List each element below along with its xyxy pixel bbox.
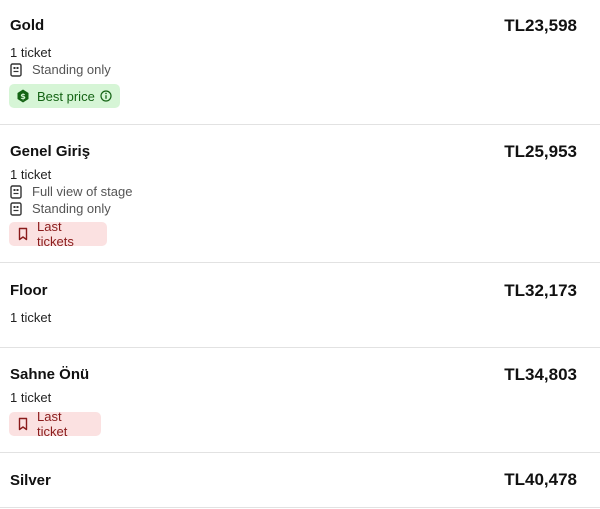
last-ticket-badge: Last ticket xyxy=(9,409,101,439)
ticket-quantity: 1 ticket xyxy=(10,167,52,182)
ticket-icon xyxy=(10,184,22,199)
ticket-option-silver[interactable]: Silver TL40,478 xyxy=(0,453,600,508)
ticket-option-gold[interactable]: Gold TL23,598 1 ticket Standing only $ B… xyxy=(0,0,600,125)
ticket-option-floor[interactable]: Floor TL32,173 1 ticket xyxy=(0,263,600,348)
last-tickets-badge: Last tickets xyxy=(9,219,107,249)
ticket-name: Sahne Önü xyxy=(10,366,90,383)
ticket-price: TL40,478 xyxy=(504,470,577,489)
bookmark-icon xyxy=(17,417,29,431)
ticket-name: Genel Giriş xyxy=(10,143,91,160)
ticket-name: Gold xyxy=(10,17,45,34)
ticket-option-genel-giris[interactable]: Genel Giriş TL25,953 1 ticket Full view … xyxy=(0,125,600,263)
ticket-price: TL34,803 xyxy=(504,365,577,384)
feature-item: Full view of stage xyxy=(10,184,132,199)
badge-label: Last tickets xyxy=(37,219,74,249)
ticket-icon xyxy=(10,201,22,216)
ticket-price: TL32,173 xyxy=(504,281,577,300)
feature-item: Standing only xyxy=(10,201,111,216)
feature-item: Standing only xyxy=(10,62,111,77)
ticket-option-sahne-onu[interactable]: Sahne Önü TL34,803 1 ticket Last ticket xyxy=(0,348,600,453)
feature-label: Standing only xyxy=(32,201,111,216)
badge-label: Last ticket xyxy=(37,409,68,439)
ticket-quantity: 1 ticket xyxy=(10,310,52,325)
bookmark-icon xyxy=(17,227,29,241)
ticket-price: TL25,953 xyxy=(504,142,577,161)
svg-text:$: $ xyxy=(20,92,26,101)
ticket-quantity: 1 ticket xyxy=(10,45,52,60)
ticket-icon xyxy=(10,62,22,77)
ticket-quantity: 1 ticket xyxy=(10,390,52,405)
best-price-badge[interactable]: $ Best price xyxy=(9,84,120,108)
ticket-price: TL23,598 xyxy=(504,16,577,35)
ticket-name: Floor xyxy=(10,282,48,299)
info-icon[interactable] xyxy=(100,90,112,102)
feature-label: Standing only xyxy=(32,62,111,77)
ticket-name: Silver xyxy=(10,472,51,489)
dollar-badge-icon: $ xyxy=(17,89,29,103)
badge-label: Best price xyxy=(37,88,95,104)
ticket-listing: Gold TL23,598 1 ticket Standing only $ B… xyxy=(0,0,600,508)
feature-label: Full view of stage xyxy=(32,184,133,199)
